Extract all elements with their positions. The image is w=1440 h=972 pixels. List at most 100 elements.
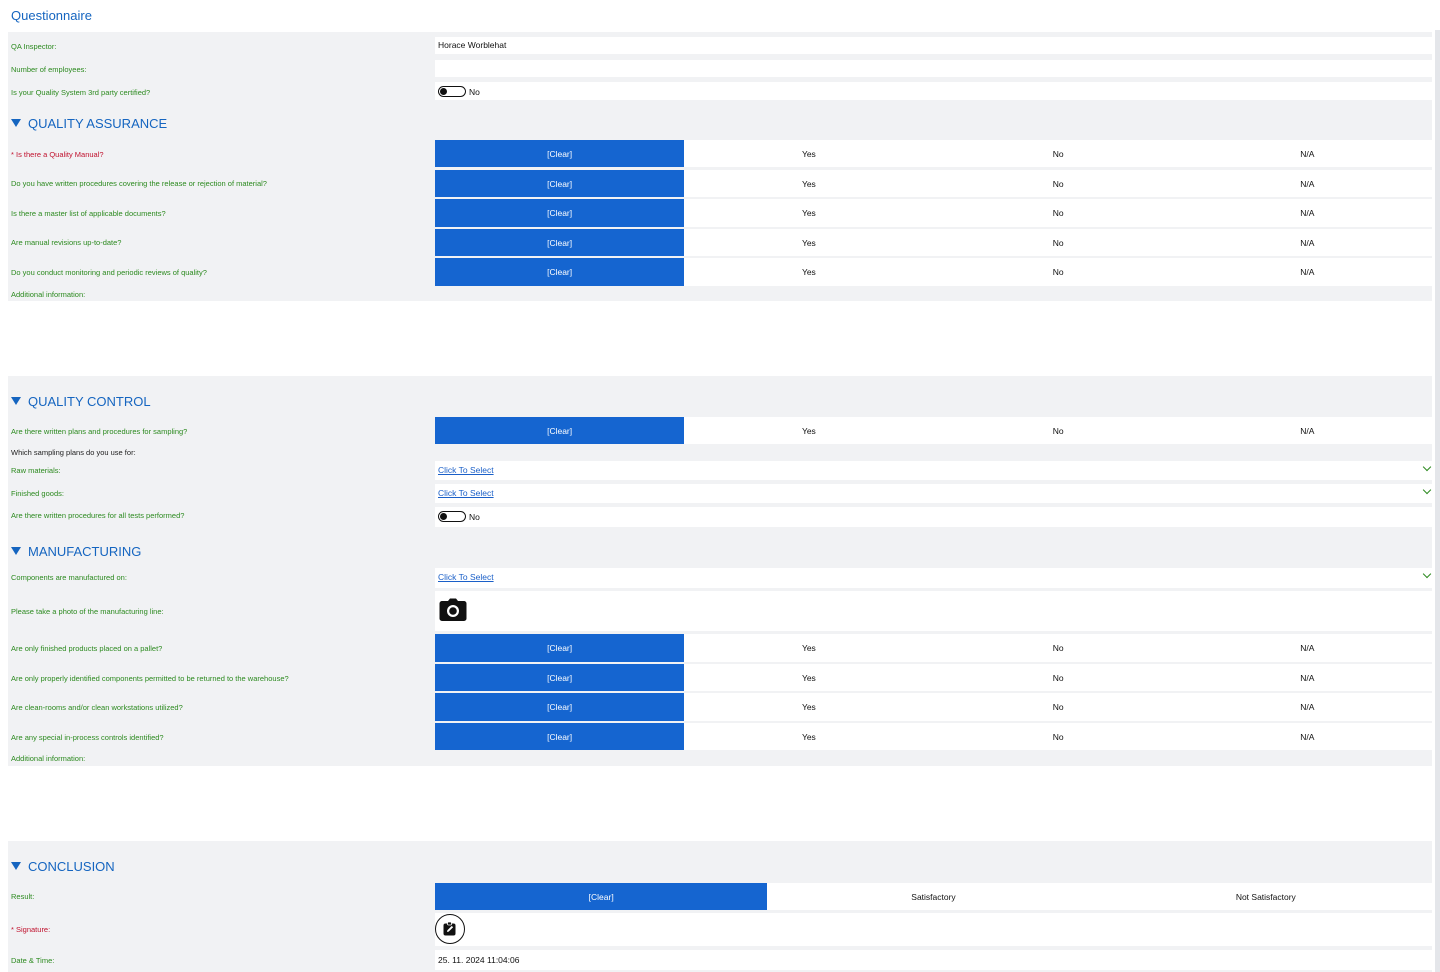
answer-segments: [Clear] Yes No N/A [435,199,1432,227]
mfg-question-row: Are only properly identified components … [8,664,1432,692]
finished-goods-label: Finished goods: [11,489,64,498]
clear-segment[interactable]: [Clear] [435,723,685,750]
answer-segments: [Clear] Yes No N/A [435,229,1432,256]
raw-materials-row: Raw materials: Click To Select [8,460,1432,482]
raw-materials-select[interactable]: Click To Select [435,461,1432,480]
certified-field-bg [435,82,1432,100]
no-segment[interactable]: No [933,140,1183,167]
na-segment[interactable]: N/A [1182,417,1432,444]
answer-segments: [Clear] Yes No N/A [435,723,1432,750]
clear-segment[interactable]: [Clear] [435,229,685,256]
question-label: Are clean-rooms and/or clean workstation… [11,703,183,712]
section-conclusion[interactable]: CONCLUSION [8,857,1432,877]
toggle-knob [440,513,447,520]
clear-segment[interactable]: [Clear] [435,664,685,691]
qa-question-row: Is there a master list of applicable doc… [8,199,1432,227]
tests-field-bg [435,507,1432,527]
yes-segment[interactable]: Yes [684,199,934,227]
tests-toggle[interactable]: No [438,511,480,522]
raw-materials-link[interactable]: Click To Select [438,465,494,475]
na-segment[interactable]: N/A [1182,723,1432,750]
components-link[interactable]: Click To Select [438,572,494,582]
no-segment[interactable]: No [933,693,1183,721]
result-satisfactory-segment[interactable]: Satisfactory [767,883,1100,910]
camera-button[interactable] [439,598,467,627]
question-label: Are only finished products placed on a p… [11,644,163,653]
photo-label: Please take a photo of the manufacturing… [11,607,164,616]
no-segment[interactable]: No [933,258,1183,286]
na-segment[interactable]: N/A [1182,634,1432,662]
no-segment[interactable]: No [933,634,1183,662]
camera-icon[interactable] [439,598,467,622]
section-manufacturing[interactable]: MANUFACTURING [8,542,1432,562]
na-segment[interactable]: N/A [1182,170,1432,197]
signature-button[interactable] [435,914,465,944]
yes-segment[interactable]: Yes [684,664,934,691]
answer-segments: [Clear] Yes No N/A [435,693,1432,721]
chevron-down-icon[interactable] [1422,485,1432,495]
yes-segment[interactable]: Yes [684,229,934,256]
no-segment[interactable]: No [933,229,1183,256]
mfg-additional-textarea[interactable] [8,766,1432,841]
na-segment[interactable]: N/A [1182,693,1432,721]
scrollbar[interactable] [1435,30,1440,972]
no-segment[interactable]: No [933,664,1183,691]
yes-segment[interactable]: Yes [684,634,934,662]
qa-additional-textarea[interactable] [8,301,1432,376]
section-quality-control[interactable]: QUALITY CONTROL [8,392,1432,412]
yes-segment[interactable]: Yes [684,693,934,721]
result-not-satisfactory-segment[interactable]: Not Satisfactory [1099,883,1432,910]
collapse-triangle-icon[interactable] [11,397,21,405]
na-segment[interactable]: N/A [1182,199,1432,227]
yes-segment[interactable]: Yes [684,417,934,444]
no-segment[interactable]: No [933,170,1183,197]
na-segment[interactable]: N/A [1182,229,1432,256]
finished-goods-select[interactable]: Click To Select [435,484,1432,503]
no-segment[interactable]: No [933,199,1183,227]
yes-segment[interactable]: Yes [684,258,934,286]
clear-segment[interactable]: [Clear] [435,199,685,227]
components-select[interactable]: Click To Select [435,568,1432,588]
collapse-triangle-icon[interactable] [11,119,21,127]
qa-inspector-field[interactable]: Horace Worblehat [435,37,1432,54]
clear-segment[interactable]: [Clear] [435,634,685,662]
chevron-down-icon[interactable] [1422,462,1432,472]
toggle-switch[interactable] [438,511,466,522]
question-label: Is there a master list of applicable doc… [11,209,166,218]
tests-value: No [469,511,480,522]
datetime-field[interactable]: 25. 11. 2024 11:04:06 [435,950,1432,970]
answer-segments: [Clear] Yes No N/A [435,258,1432,286]
tests-procedures-label: Are there written procedures for all tes… [11,511,185,520]
datetime-row: Date & Time: 25. 11. 2024 11:04:06 [8,949,1432,971]
no-segment[interactable]: No [933,417,1183,444]
na-segment[interactable]: N/A [1182,664,1432,691]
no-segment[interactable]: No [933,723,1183,750]
clear-segment[interactable]: [Clear] [435,170,685,197]
answer-segments: [Clear] Yes No N/A [435,170,1432,197]
collapse-triangle-icon[interactable] [11,547,21,555]
result-segments: [Clear] Satisfactory Not Satisfactory [435,883,1432,910]
qa-inspector-row: QA Inspector: Horace Worblehat [8,36,1432,56]
clear-segment[interactable]: [Clear] [435,140,685,167]
finished-goods-link[interactable]: Click To Select [438,488,494,498]
finished-goods-row: Finished goods: Click To Select [8,483,1432,505]
section-quality-assurance[interactable]: QUALITY ASSURANCE [8,114,1432,134]
yes-segment[interactable]: Yes [684,723,934,750]
clear-segment[interactable]: [Clear] [435,258,685,286]
clear-segment[interactable]: [Clear] [435,417,685,444]
signature-label: * Signature: [11,925,51,934]
toggle-switch[interactable] [438,86,466,97]
mfg-question-row: Are any special in-process controls iden… [8,723,1432,751]
chevron-down-icon[interactable] [1422,569,1432,579]
na-segment[interactable]: N/A [1182,140,1432,167]
employees-field[interactable] [435,60,1432,77]
signature-icon[interactable] [442,921,458,937]
na-segment[interactable]: N/A [1182,258,1432,286]
certified-row: Is your Quality System 3rd party certifi… [8,81,1432,101]
result-clear-segment[interactable]: [Clear] [435,883,768,910]
collapse-triangle-icon[interactable] [11,862,21,870]
clear-segment[interactable]: [Clear] [435,693,685,721]
yes-segment[interactable]: Yes [684,170,934,197]
yes-segment[interactable]: Yes [684,140,934,167]
certified-toggle[interactable]: No [438,86,480,97]
